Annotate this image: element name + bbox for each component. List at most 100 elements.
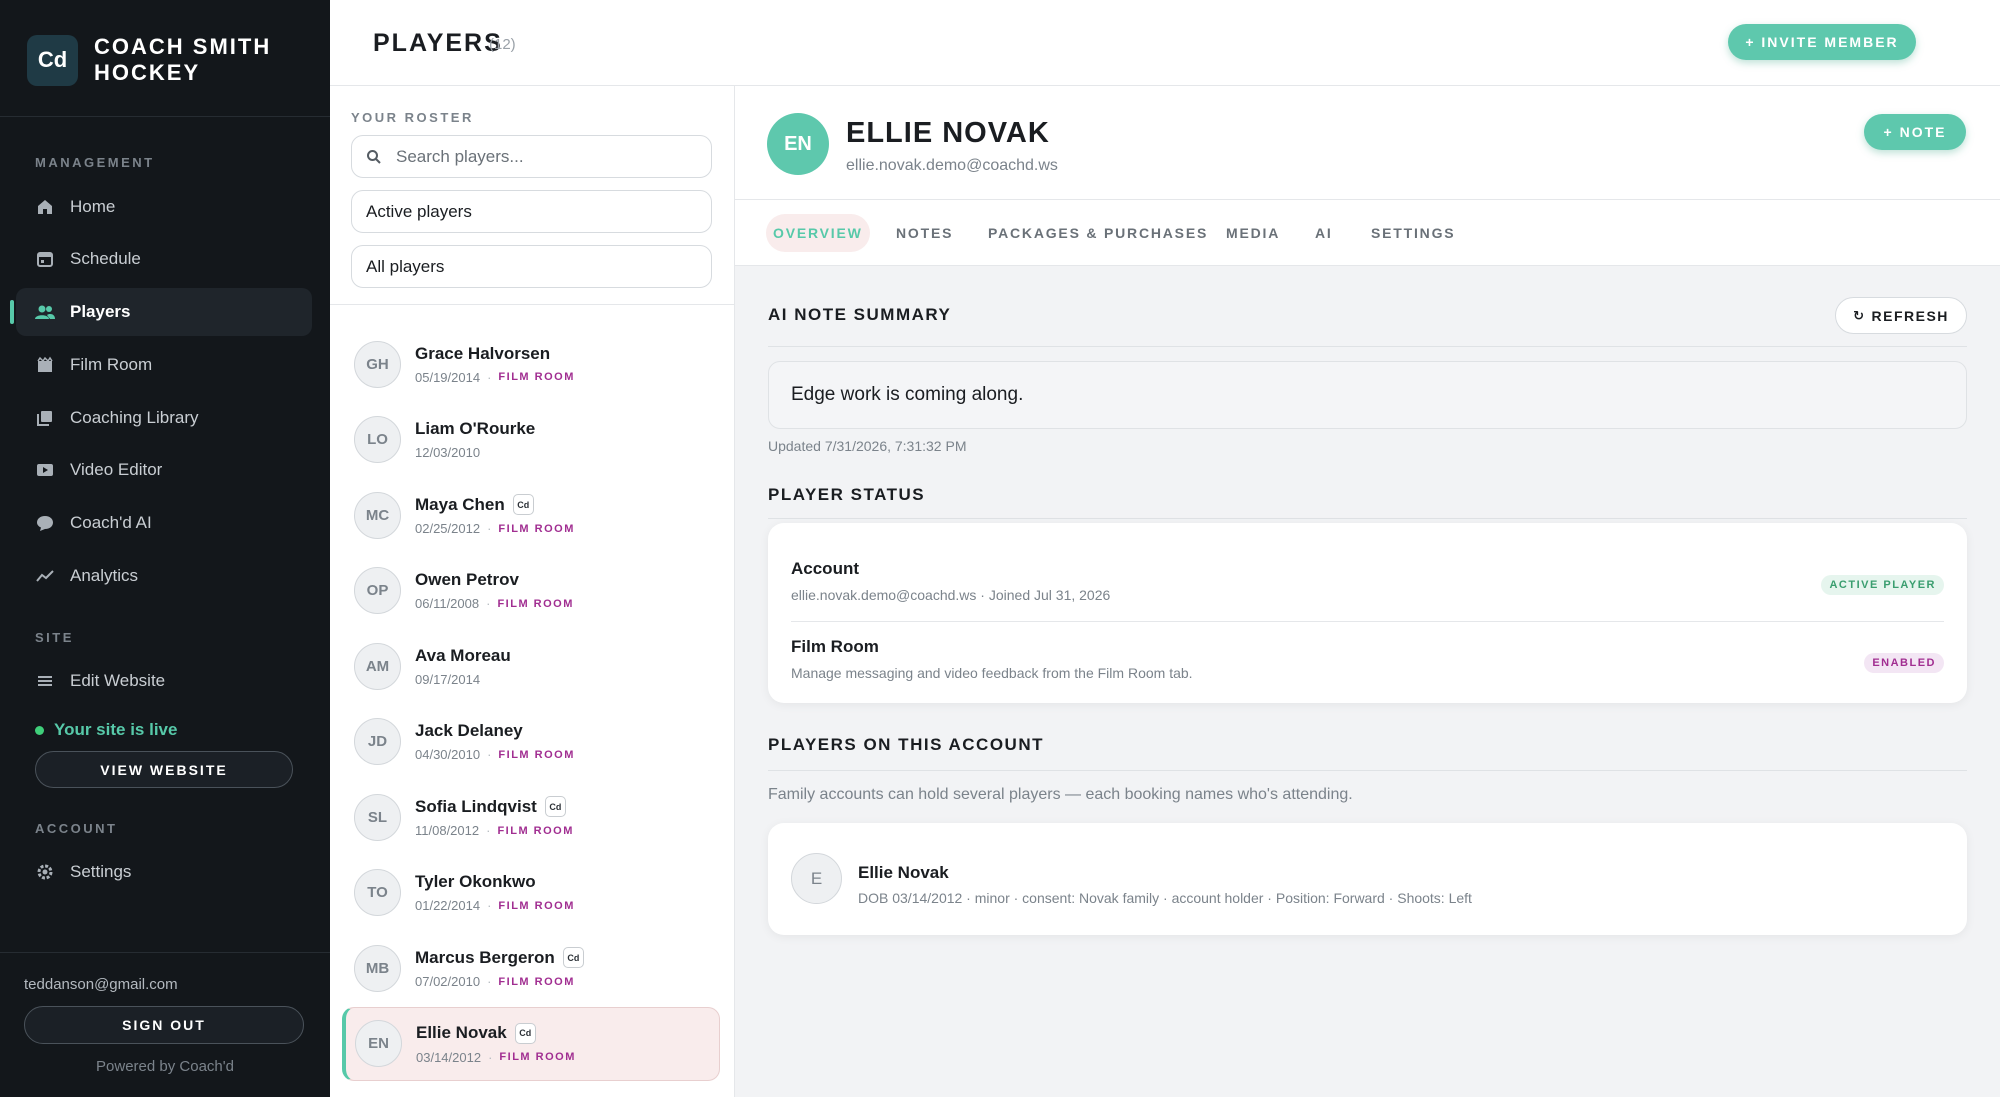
family-accounts-note: Family accounts can hold several players… <box>768 786 1353 803</box>
player-dob: 04/30/2010 <box>415 747 481 762</box>
avatar: MB <box>354 944 401 992</box>
meta-separator: · <box>487 974 492 989</box>
view-website-button[interactable]: VIEW WEBSITE <box>35 751 293 788</box>
sidebar-item-video-editor[interactable]: Video Editor <box>16 446 312 494</box>
avatar: GH <box>354 340 401 388</box>
tab-media[interactable]: MEDIA <box>1219 214 1287 252</box>
add-note-button[interactable]: + NOTE <box>1864 114 1966 150</box>
sidebar-item-label: Video Editor <box>70 460 163 479</box>
tab-settings[interactable]: SETTINGS <box>1364 214 1462 252</box>
player-list-item[interactable]: LO Liam O'Rourke 12/03/2010 <box>342 403 720 477</box>
player-meta: 02/25/2012 · FILM ROOM <box>415 521 575 536</box>
video-icon <box>35 460 55 480</box>
player-dob: 12/03/2010 <box>415 445 481 460</box>
player-meta: 06/11/2008 · FILM ROOM <box>415 596 574 611</box>
player-meta: 03/14/2012 · FILM ROOM <box>416 1050 576 1065</box>
site-label: SITE <box>35 630 74 645</box>
sidebar-item-edit-website[interactable]: Edit Website <box>16 657 312 705</box>
sidebar-item-label: Edit Website <box>70 671 166 690</box>
sidebar-item-film-room[interactable]: Film Room <box>16 341 312 389</box>
home-icon <box>35 197 55 217</box>
user-email: teddanson@gmail.com <box>24 976 178 993</box>
tab-notes[interactable]: NOTES <box>889 214 960 252</box>
player-info: Grace Halvorsen 05/19/2014 · FILM ROOM <box>415 344 575 385</box>
player-dob: 11/08/2012 <box>415 823 480 838</box>
player-meta: 04/30/2010 · FILM ROOM <box>415 747 575 762</box>
site-status: Your site is live <box>35 720 177 740</box>
player-header: EN ELLIE NOVAK ellie.novak.demo@coachd.w… <box>735 86 2000 200</box>
ai-summary-updated: Updated 7/31/2026, 7:31:32 PM <box>768 438 967 454</box>
player-dob: 02/25/2012 <box>415 521 481 536</box>
invite-member-button[interactable]: + INVITE MEMBER <box>1728 24 1916 60</box>
tab-ai[interactable]: AI <box>1308 214 1340 252</box>
player-info: Jack Delaney 04/30/2010 · FILM ROOM <box>415 721 575 762</box>
brand-name: COACH SMITH HOCKEY <box>94 34 272 85</box>
sidebar-item-players[interactable]: Players <box>10 288 312 336</box>
film-icon <box>35 355 55 375</box>
player-list-item[interactable]: JD Jack Delaney 04/30/2010 · FILM ROOM <box>342 705 720 779</box>
status-filter-select[interactable]: Active players <box>351 190 712 233</box>
player-list-item[interactable]: TO Tyler Okonkwo 01/22/2014 · FILM ROOM <box>342 856 720 930</box>
player-list-item[interactable]: GH Grace Halvorsen 05/19/2014 · FILM ROOM <box>342 327 720 401</box>
player-list-item[interactable]: AM Ava Moreau 09/17/2014 <box>342 629 720 703</box>
player-list-item[interactable]: MC Maya Chen Cd 02/25/2012 · FILM ROOM <box>342 478 720 552</box>
player-name: Sofia Lindqvist <box>415 796 537 816</box>
group-filter-select[interactable]: All players <box>351 245 712 288</box>
sidebar-item-label: Schedule <box>70 249 141 268</box>
player-info: Maya Chen Cd 02/25/2012 · FILM ROOM <box>415 494 575 536</box>
account-title: Account <box>791 559 859 578</box>
tab-overview[interactable]: OVERVIEW <box>766 214 870 252</box>
refresh-icon: ↻ <box>1853 307 1866 323</box>
chat-icon <box>35 513 55 533</box>
refresh-button[interactable]: ↻ REFRESH <box>1835 297 1967 334</box>
player-list-item[interactable]: EN Ellie Novak Cd 03/14/2012 · FILM ROOM <box>342 1006 720 1081</box>
player-list-item[interactable]: MB Marcus Bergeron Cd 07/02/2010 · FILM ROOM <box>342 931 720 1005</box>
section-divider <box>768 346 1967 347</box>
player-email: ellie.novak.demo@coachd.ws <box>846 157 1058 174</box>
avatar: TO <box>354 869 401 916</box>
player-name-line: Ellie Novak Cd <box>416 1022 576 1044</box>
tab-packages-purchases[interactable]: PACKAGES & PURCHASES <box>981 214 1215 252</box>
meta-separator: · <box>486 596 491 611</box>
account-player-card[interactable]: E Ellie Novak DOB 03/14/2012 · minor · c… <box>768 823 1967 935</box>
film-room-status-row: Film Room Manage messaging and video fee… <box>791 637 1944 681</box>
player-meta: 01/22/2014 · FILM ROOM <box>415 898 575 913</box>
film-room-tag: FILM ROOM <box>497 824 574 837</box>
sidebar-item-home[interactable]: Home <box>16 183 312 231</box>
account-player-name: Ellie Novak <box>858 863 949 882</box>
player-name-line: Jack Delaney <box>415 721 575 741</box>
player-dob: 09/17/2014 <box>415 671 481 687</box>
player-info: Owen Petrov 06/11/2008 · FILM ROOM <box>415 570 574 611</box>
player-info: Sofia Lindqvist Cd 11/08/2012 · FILM ROOM <box>415 796 574 838</box>
film-room-title: Film Room <box>791 637 879 656</box>
sidebar-divider <box>0 952 330 953</box>
sidebar-item-coaching-library[interactable]: Coaching Library <box>16 394 312 442</box>
search-input[interactable] <box>396 146 696 167</box>
library-icon <box>35 408 55 428</box>
sidebar-item-analytics[interactable]: Analytics <box>16 552 312 600</box>
search-icon <box>366 149 382 165</box>
detail-tabs: OVERVIEW NOTES PACKAGES & PURCHASES MEDI… <box>735 200 2000 266</box>
player-name: Ava Moreau <box>415 645 511 665</box>
player-info: Ellie Novak Cd 03/14/2012 · FILM ROOM <box>416 1022 576 1065</box>
player-info: Liam O'Rourke 12/03/2010 <box>415 419 535 460</box>
meta-separator: · <box>487 369 492 385</box>
player-info: Tyler Okonkwo 01/22/2014 · FILM ROOM <box>415 872 575 913</box>
sidebar-item-coachd-ai[interactable]: Coach'd AI <box>16 499 312 547</box>
avatar: MC <box>354 491 401 539</box>
player-name: Marcus Bergeron <box>415 947 555 967</box>
sidebar-item-label: Players <box>70 302 131 321</box>
player-list-item[interactable]: SL Sofia Lindqvist Cd 11/08/2012 · FILM ROOM <box>342 780 720 854</box>
live-dot-icon <box>35 725 44 735</box>
sidebar-item-settings[interactable]: Settings <box>16 848 312 896</box>
sidebar-item-label: Coaching Library <box>70 408 199 427</box>
player-list-item[interactable]: OP Owen Petrov 06/11/2008 · FILM ROOM <box>342 554 720 628</box>
sidebar-item-label: Analytics <box>70 566 139 585</box>
search-box[interactable] <box>351 135 712 178</box>
sidebar-item-label: Settings <box>70 862 132 881</box>
brand[interactable]: Cd COACH SMITH HOCKEY <box>27 34 294 86</box>
page-header: PLAYERS (12) + INVITE MEMBER <box>330 0 2000 86</box>
sidebar-item-schedule[interactable]: Schedule <box>16 235 312 283</box>
sign-out-button[interactable]: SIGN OUT <box>24 1006 304 1044</box>
brand-logo: Cd <box>27 34 78 86</box>
